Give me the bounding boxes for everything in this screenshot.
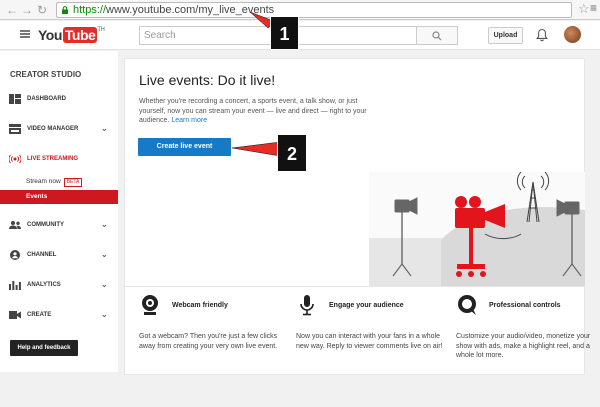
callout-1: 1 bbox=[270, 16, 299, 50]
callout-2: 2 bbox=[277, 134, 307, 172]
callout-arrows bbox=[231, 11, 281, 157]
